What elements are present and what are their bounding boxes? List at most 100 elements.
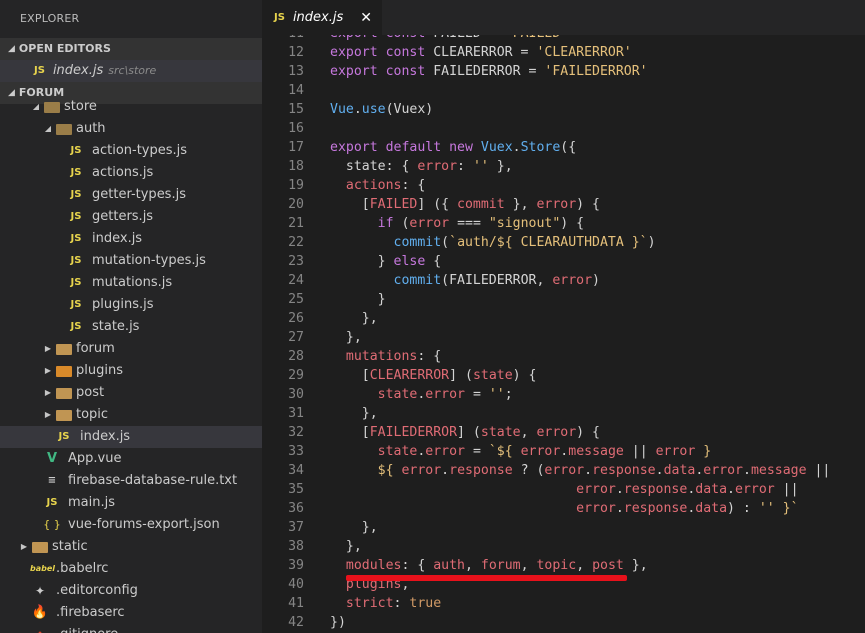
code-token: CLEARERROR xyxy=(369,368,450,383)
tree-item[interactable]: JS mutation-types.js xyxy=(0,250,262,272)
tab-index-js[interactable]: JS index.js ✕ xyxy=(262,0,382,35)
chevron-right-icon: ▶ xyxy=(44,410,52,419)
tree-item[interactable]: ◢ store xyxy=(0,96,262,118)
code-token: }, xyxy=(504,197,537,212)
code-editor[interactable]: 11export const FAILED = 'FAILED'12export… xyxy=(262,35,865,633)
tree-item[interactable]: ◢ auth xyxy=(0,118,262,140)
open-editors-header[interactable]: ◢ OPEN EDITORS xyxy=(0,38,262,60)
chevron-down-icon: ◢ xyxy=(32,102,40,111)
code-text: ${ error.response ? (error.response.data… xyxy=(304,461,831,480)
line-number: 13 xyxy=(288,64,304,79)
code-token: ( xyxy=(441,235,450,250)
tree-item[interactable]: JS action-types.js xyxy=(0,140,262,162)
code-text: export default new Vuex.Store({ xyxy=(304,138,576,157)
tree-item-label: App.vue xyxy=(68,451,122,466)
js-file-icon: JS xyxy=(46,497,58,508)
code-token: } xyxy=(695,444,712,459)
folder-icon xyxy=(56,343,72,355)
js-file-icon: JS xyxy=(70,145,82,156)
tab-bar: JS index.js ✕ xyxy=(262,0,865,35)
tree-item[interactable]: ✦ .editorconfig xyxy=(0,580,262,602)
js-file-icon: JS xyxy=(70,255,82,266)
code-line: 16 xyxy=(262,119,865,138)
tree-item-label: .babelrc xyxy=(56,561,109,576)
tree-item[interactable]: JS index.js xyxy=(0,426,262,448)
folder-icon xyxy=(56,409,72,421)
line-number: 23 xyxy=(288,254,304,269)
tree-item[interactable]: JS state.js xyxy=(0,316,262,338)
code-token: response xyxy=(449,463,513,478)
code-line: 11export const FAILED = 'FAILED' xyxy=(262,35,865,43)
code-text: }, xyxy=(304,309,378,328)
line-number: 37 xyxy=(288,520,304,535)
line-number: 41 xyxy=(288,596,304,611)
code-token: Vue xyxy=(330,102,354,117)
tree-item[interactable]: JS actions.js xyxy=(0,162,262,184)
code-text: }) xyxy=(304,613,346,632)
tree-item[interactable]: { } vue-forums-export.json xyxy=(0,514,262,536)
tree-item[interactable]: JS mutations.js xyxy=(0,272,262,294)
tree-item[interactable]: ▶ forum xyxy=(0,338,262,360)
tree-item[interactable]: JS getters.js xyxy=(0,206,262,228)
tree-item-label: .editorconfig xyxy=(56,583,138,598)
tree-item[interactable]: JS plugins.js xyxy=(0,294,262,316)
line-number: 34 xyxy=(288,463,304,478)
code-token: FAILED = xyxy=(433,35,504,41)
tree-item[interactable]: V App.vue xyxy=(0,448,262,470)
code-token: ) xyxy=(592,273,600,288)
code-token: Store xyxy=(520,140,561,155)
tree-item[interactable]: ▶ static xyxy=(0,536,262,558)
code-token: modules xyxy=(345,558,402,573)
tree-item[interactable]: ▶ topic xyxy=(0,404,262,426)
code-token: (FAILEDERROR, xyxy=(441,273,553,288)
tree-item[interactable]: ▶ plugins xyxy=(0,360,262,382)
js-file-icon: JS xyxy=(70,211,82,222)
tree-item-label: store xyxy=(64,99,97,114)
git-icon: ◆ xyxy=(30,624,50,633)
code-line: 21 if (error === "signout") { xyxy=(262,214,865,233)
code-token: ( xyxy=(393,216,410,231)
code-text: state.error = `${ error.message || error… xyxy=(304,442,712,461)
tree-item[interactable]: JS index.js xyxy=(0,228,262,250)
code-token: (Vuex) xyxy=(385,102,434,117)
tree-item-label: firebase-database-rule.txt xyxy=(68,473,238,488)
code-token: }, xyxy=(623,558,648,573)
code-text: actions: { xyxy=(304,176,425,195)
code-token: . xyxy=(615,482,624,497)
close-icon[interactable]: ✕ xyxy=(360,10,372,26)
tree-item[interactable]: ◆ .gitignore xyxy=(0,624,262,633)
code-token: commit xyxy=(457,197,505,212)
line-number: 40 xyxy=(288,577,304,592)
code-token: state xyxy=(377,387,418,402)
tree-item[interactable]: ▶ post xyxy=(0,382,262,404)
tree-item[interactable]: ≡ firebase-database-rule.txt xyxy=(0,470,262,492)
code-token: error xyxy=(552,273,593,288)
tree-item[interactable]: 🔥 .firebaserc xyxy=(0,602,262,624)
code-line: 27 }, xyxy=(262,328,865,347)
code-line: 33 state.error = `${ error.message || er… xyxy=(262,442,865,461)
tree-item[interactable]: babel .babelrc xyxy=(0,558,262,580)
line-number: 19 xyxy=(288,178,304,193)
tree-item-label: auth xyxy=(76,121,106,136)
code-token: , xyxy=(520,425,537,440)
code-line: 14 xyxy=(262,81,865,100)
code-token: }, xyxy=(330,311,378,326)
tree-item-label: action-types.js xyxy=(92,143,188,158)
code-token: default xyxy=(385,140,450,155)
tree-item[interactable]: JS main.js xyxy=(0,492,262,514)
tree-item-label: plugins xyxy=(76,363,123,378)
code-text: } xyxy=(304,290,386,309)
code-token: : xyxy=(393,596,410,611)
tree-item-label: actions.js xyxy=(92,165,154,180)
code-text: state: { error: '' }, xyxy=(304,157,513,176)
line-number: 31 xyxy=(288,406,304,421)
code-token: error xyxy=(425,387,465,402)
open-editor-item[interactable]: JS index.js src\store xyxy=(0,60,262,82)
tree-item[interactable]: JS getter-types.js xyxy=(0,184,262,206)
code-line: 34 ${ error.response ? (error.response.d… xyxy=(262,461,865,480)
line-number: 29 xyxy=(288,368,304,383)
code-line: 23 } else { xyxy=(262,252,865,271)
code-token: response xyxy=(623,482,688,497)
folder-icon xyxy=(56,365,72,377)
